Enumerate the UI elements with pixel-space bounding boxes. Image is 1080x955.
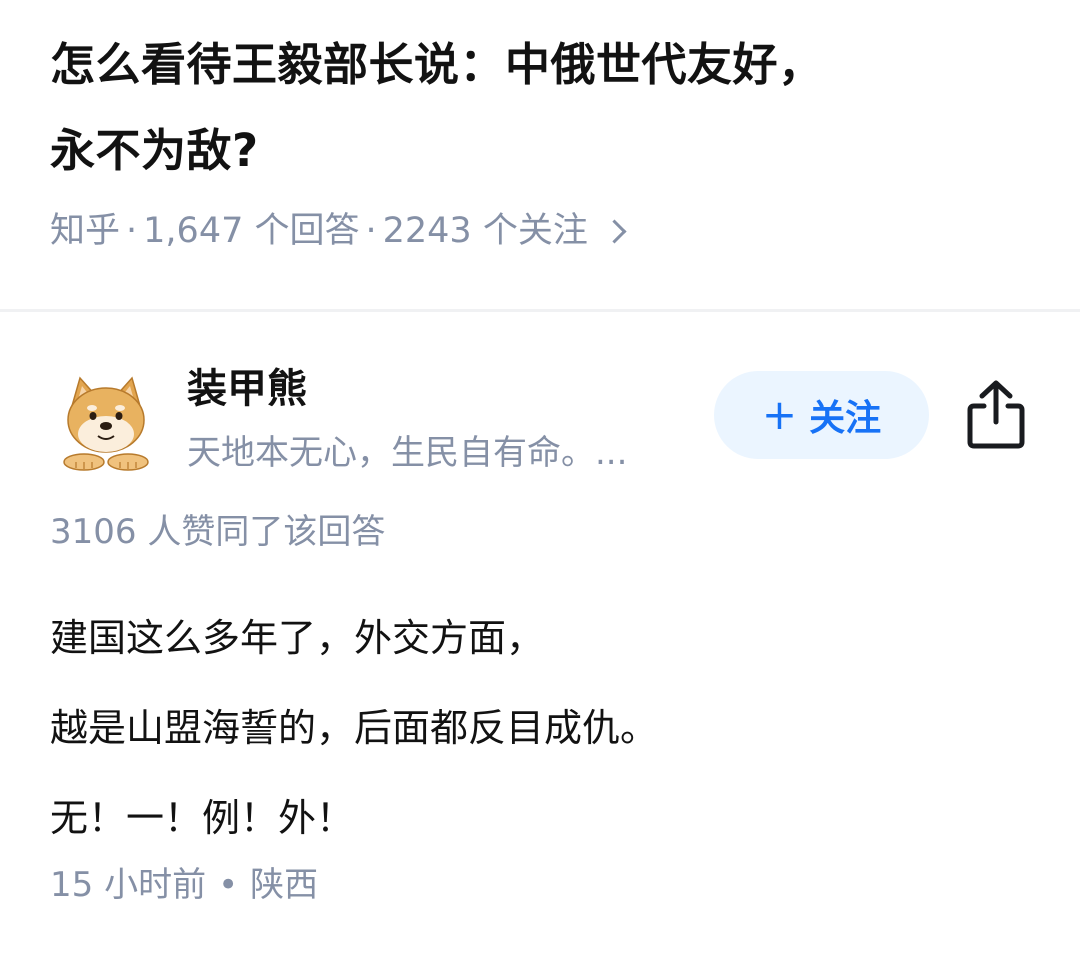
doge-avatar-icon[interactable] [58, 372, 154, 472]
author-name[interactable]: 装甲熊 [187, 362, 307, 416]
follow-button[interactable]: + 关注 [714, 371, 929, 459]
footer-separator: • [218, 865, 239, 905]
follower-count: 2243 个关注 [382, 211, 588, 251]
question-title-line-1: 怎么看待王毅部长说：中俄世代友好， [50, 38, 824, 91]
author-bio[interactable]: 天地本无心，生民自有命。... [187, 428, 627, 478]
plus-icon: + [761, 390, 798, 439]
question-header: 怎么看待王毅部长说：中俄世代友好， 永不为敌? [50, 22, 1040, 194]
vote-count: 3106 人赞同了该回答 [50, 512, 386, 552]
meta-separator: · [126, 211, 138, 251]
share-icon[interactable] [962, 378, 1030, 450]
answer-paragraph: 越是山盟海誓的，后面都反目成仇。 [50, 706, 659, 750]
question-title[interactable]: 怎么看待王毅部长说：中俄世代友好， 永不为敌? [50, 22, 1040, 194]
question-title-line-2: 永不为敌? [50, 124, 259, 177]
post-time: 15 小时前 [50, 865, 207, 905]
answer-paragraph: 无！一！例！外！ [50, 796, 355, 840]
question-meta[interactable]: 知乎 · 1,647 个回答 · 2243 个关注 [50, 205, 627, 257]
answer-paragraph: 建国这么多年了，外交方面， [50, 616, 545, 660]
chevron-right-icon [602, 218, 627, 244]
section-divider [0, 309, 1080, 312]
meta-separator: · [365, 211, 377, 251]
answer-footer: 15 小时前 • 陕西 [50, 860, 318, 910]
source-label: 知乎 [50, 211, 121, 251]
answer-content[interactable]: 建国这么多年了，外交方面， 越是山盟海誓的，后面都反目成仇。 无！一！例！外！ [50, 593, 1040, 863]
post-location: 陕西 [250, 865, 319, 905]
follow-button-label: 关注 [809, 398, 882, 439]
answer-count: 1,647 个回答 [143, 211, 360, 251]
